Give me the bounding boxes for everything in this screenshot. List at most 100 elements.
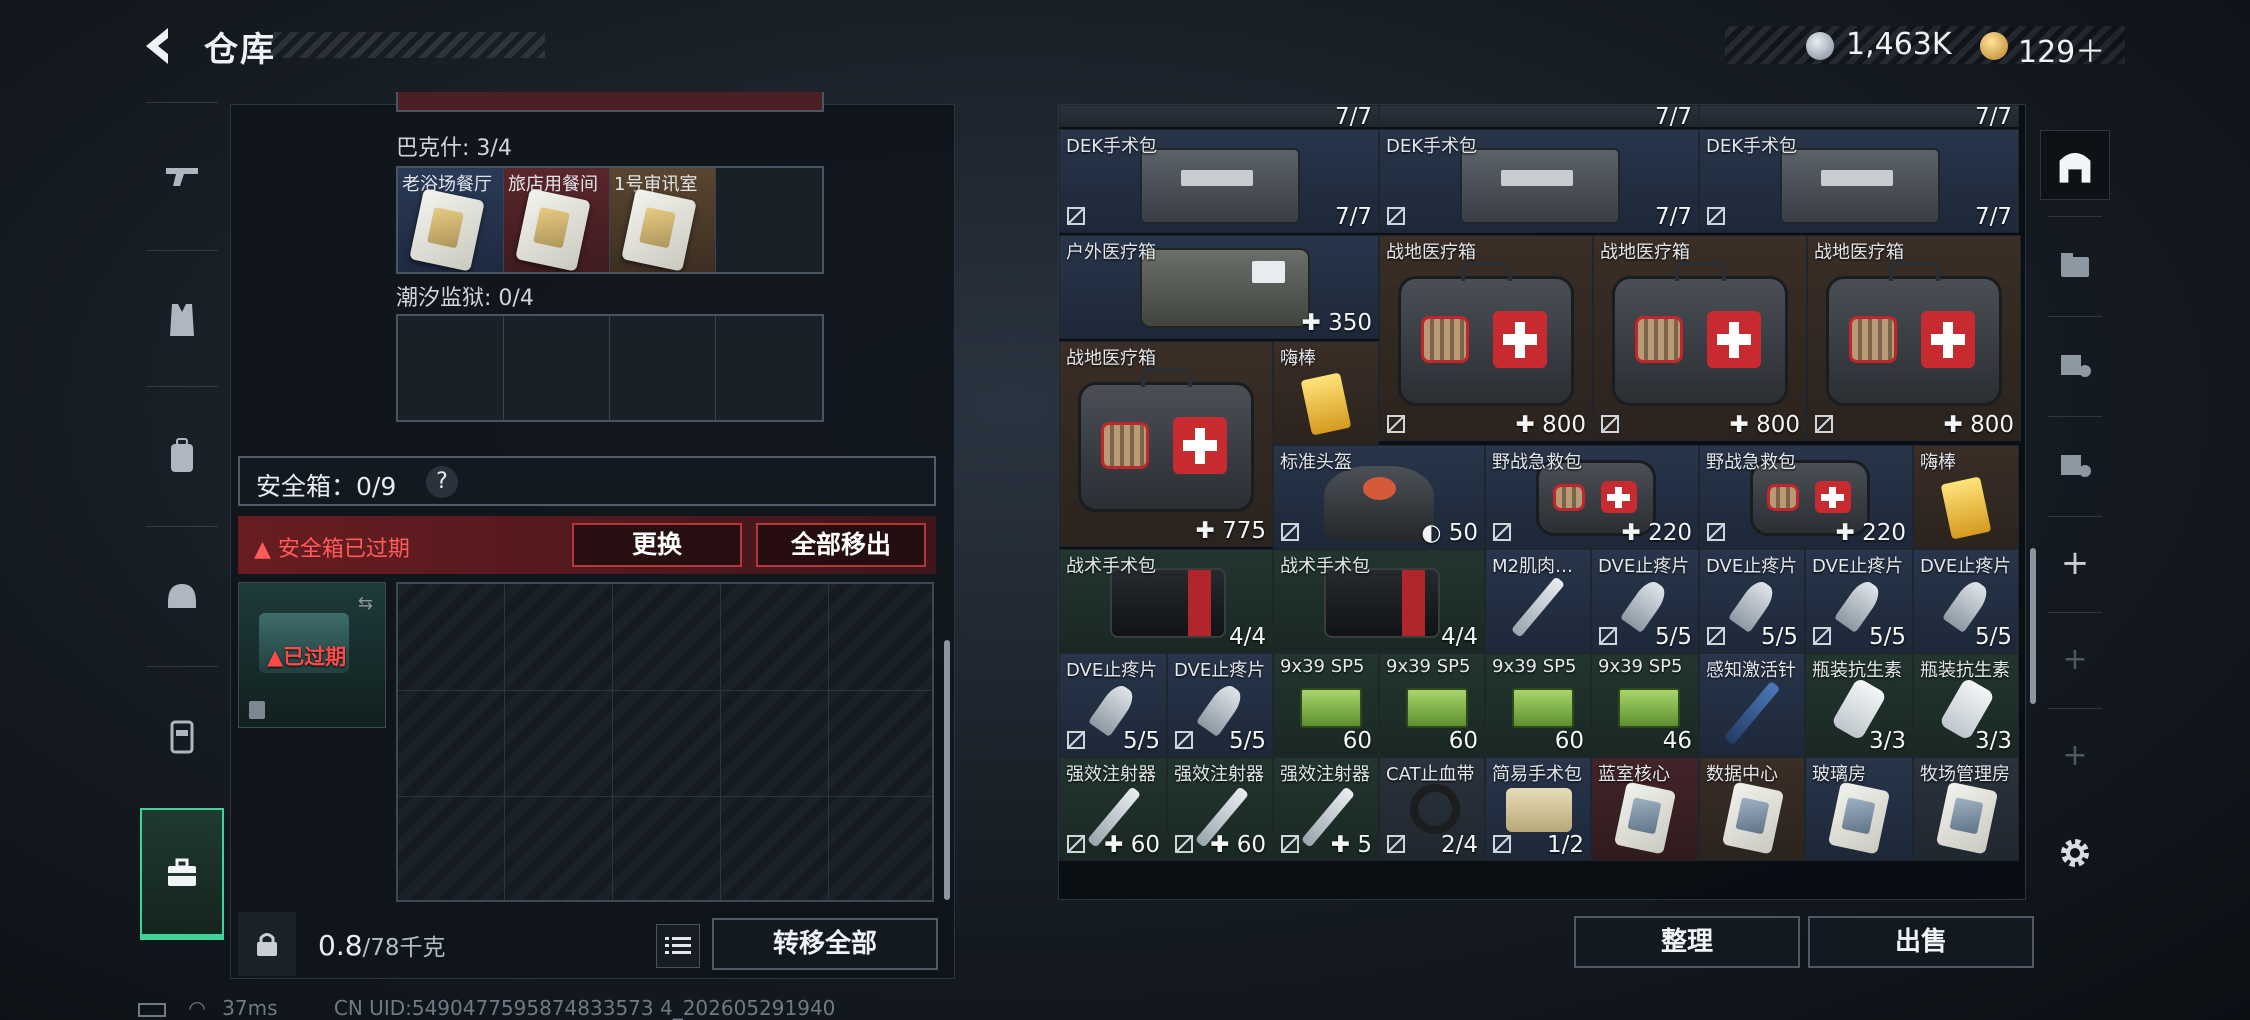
- inventory-item[interactable]: 玻璃房: [1805, 757, 1913, 861]
- inventory-item[interactable]: 标准头盔 ◐ 50: [1273, 445, 1485, 549]
- keycard-slot[interactable]: 1号审讯室: [610, 168, 716, 272]
- tab-storage-main[interactable]: [2040, 130, 2110, 200]
- no-craft-icon: [1707, 627, 1725, 645]
- nav-vest[interactable]: [140, 676, 224, 796]
- transfer-all-button[interactable]: 转移全部: [712, 918, 938, 970]
- inventory-item[interactable]: 野战急救包 ✚ 220: [1699, 445, 1913, 549]
- inventory-item[interactable]: 战地医疗箱 ✚ 800: [1593, 235, 1807, 441]
- inventory-item[interactable]: 7/7: [1379, 105, 1699, 127]
- inventory-item[interactable]: 数据中心: [1699, 757, 1805, 861]
- ammo-box-image: [1300, 688, 1362, 728]
- help-icon[interactable]: ?: [426, 466, 458, 498]
- inventory-item[interactable]: DEK手术包 7/7: [1379, 129, 1699, 233]
- inventory-scrollbar[interactable]: [2030, 548, 2036, 704]
- no-craft-icon: [1707, 207, 1725, 225]
- inventory-item[interactable]: 瓶装抗生素 3/3: [1805, 653, 1913, 757]
- inventory-item[interactable]: 感知激活针: [1699, 653, 1805, 757]
- inventory-item[interactable]: 战地医疗箱 ✚ 800: [1807, 235, 2021, 441]
- keycard-slot-empty[interactable]: [398, 316, 504, 420]
- list-view-button[interactable]: [656, 924, 700, 968]
- nav-medical[interactable]: [140, 808, 224, 940]
- inventory-item[interactable]: 牧场管理房: [1913, 757, 2019, 861]
- keycard-slot-empty[interactable]: [716, 316, 822, 420]
- inventory-item[interactable]: DEK手术包 7/7: [1699, 129, 2019, 233]
- tab-storage-2[interactable]: [2040, 230, 2110, 300]
- inventory-item[interactable]: 7/7: [1059, 105, 1379, 127]
- inventory-item[interactable]: 强效注射器 ✚ 60: [1167, 757, 1273, 861]
- safe-box-thumbnail[interactable]: ▲已过期 ⇆: [238, 582, 386, 728]
- inventory-item[interactable]: 战术手术包 4/4: [1059, 549, 1273, 653]
- tab-storage-4[interactable]: [2040, 430, 2110, 500]
- inventory-item[interactable]: 嗨棒: [1273, 341, 1379, 445]
- add-storage-button[interactable]: +: [2040, 528, 2110, 598]
- inventory-item[interactable]: 9x39 SP5 60: [1273, 653, 1379, 757]
- inventory-item[interactable]: 户外医疗箱 ✚ 350: [1059, 235, 1379, 339]
- inventory-item[interactable]: 7/7: [1699, 105, 2019, 127]
- no-craft-icon: [1599, 627, 1617, 645]
- no-craft-icon: [1067, 207, 1085, 225]
- inventory-item[interactable]: 野战急救包 ✚ 220: [1485, 445, 1699, 549]
- settings-button[interactable]: [2040, 818, 2110, 888]
- inventory-item[interactable]: DVE止疼片 5/5: [1913, 549, 2019, 653]
- inventory-item[interactable]: 战地医疗箱 ✚ 775: [1059, 341, 1273, 547]
- nav-helmet[interactable]: [140, 536, 224, 656]
- inventory-item[interactable]: CAT止血带 2/4: [1379, 757, 1485, 861]
- field-medkit-image: [1612, 261, 1788, 406]
- no-craft-icon: [1813, 627, 1831, 645]
- inventory-item[interactable]: DVE止疼片 5/5: [1167, 653, 1273, 757]
- inventory-item[interactable]: 嗨棒: [1913, 445, 2019, 549]
- keycard-slot-empty[interactable]: [716, 168, 822, 272]
- sell-button[interactable]: 出售: [1808, 916, 2034, 968]
- back-button[interactable]: [138, 24, 182, 68]
- inventory-item[interactable]: 9x39 SP5 60: [1485, 653, 1591, 757]
- add-storage-disabled: +: [2040, 624, 2110, 694]
- inventory-item[interactable]: DVE止疼片 5/5: [1805, 549, 1913, 653]
- currency-b-value[interactable]: 129＋: [2018, 27, 2105, 71]
- keycard-slot-empty[interactable]: [504, 316, 610, 420]
- no-craft-icon: [1067, 835, 1085, 853]
- battery-icon: [138, 1002, 166, 1017]
- remove-all-button[interactable]: 全部移出: [756, 523, 926, 567]
- storage-unit-icon: [2061, 455, 2091, 477]
- left-scrollbar[interactable]: [944, 640, 950, 900]
- inventory-item[interactable]: 简易手术包 1/2: [1485, 757, 1591, 861]
- inventory-item[interactable]: 战术手术包 4/4: [1273, 549, 1485, 653]
- safe-expired-text: 安全箱已过期: [277, 537, 410, 562]
- field-medkit-image: [1826, 261, 2002, 406]
- inventory-item[interactable]: DVE止疼片 5/5: [1059, 653, 1167, 757]
- list-icon: [665, 937, 691, 954]
- inventory-item[interactable]: 9x39 SP5 46: [1591, 653, 1699, 757]
- nav-weapons[interactable]: [140, 116, 224, 236]
- plus-icon: +: [2062, 737, 2088, 773]
- inventory-item[interactable]: 蓝室核心: [1591, 757, 1699, 861]
- inventory-item[interactable]: DEK手术包 7/7: [1059, 129, 1379, 233]
- replace-button[interactable]: 更换: [572, 523, 742, 567]
- warning-icon: ▲: [267, 645, 284, 669]
- inventory-item[interactable]: 9x39 SP5 60: [1379, 653, 1485, 757]
- inventory-item[interactable]: 战地医疗箱 ✚ 800: [1379, 235, 1593, 441]
- category-nav: [140, 100, 224, 940]
- gear-icon: [2061, 839, 2089, 867]
- safe-box-grid[interactable]: [396, 582, 934, 902]
- inventory-item[interactable]: DVE止疼片 5/5: [1591, 549, 1699, 653]
- add-storage-disabled: +: [2040, 720, 2110, 790]
- keycard-slot-empty[interactable]: [610, 316, 716, 420]
- tab-storage-3[interactable]: [2040, 330, 2110, 400]
- energy-drink-image: [1940, 476, 1992, 540]
- inventory-item[interactable]: M2肌肉…: [1485, 549, 1591, 653]
- keycard-image: [1613, 781, 1677, 855]
- lock-button[interactable]: [238, 912, 296, 976]
- nav-armor[interactable]: [140, 260, 224, 380]
- keycard-slot[interactable]: 旅店用餐间: [504, 168, 610, 272]
- tide-keycard-grid: [396, 314, 824, 422]
- nav-backpack[interactable]: [140, 396, 224, 516]
- inventory-item[interactable]: DVE止疼片 5/5: [1699, 549, 1805, 653]
- inventory-item[interactable]: 强效注射器 ✚ 5: [1273, 757, 1379, 861]
- inventory-item[interactable]: 强效注射器 ✚ 60: [1059, 757, 1167, 861]
- surgery-kit-image: [1460, 148, 1620, 224]
- keycard-slot[interactable]: 老浴场餐厅: [398, 168, 504, 272]
- inventory-item[interactable]: 瓶装抗生素 3/3: [1913, 653, 2019, 757]
- organize-button[interactable]: 整理: [1574, 916, 1800, 968]
- backpack-icon: [171, 438, 193, 472]
- no-craft-icon: [1067, 731, 1085, 749]
